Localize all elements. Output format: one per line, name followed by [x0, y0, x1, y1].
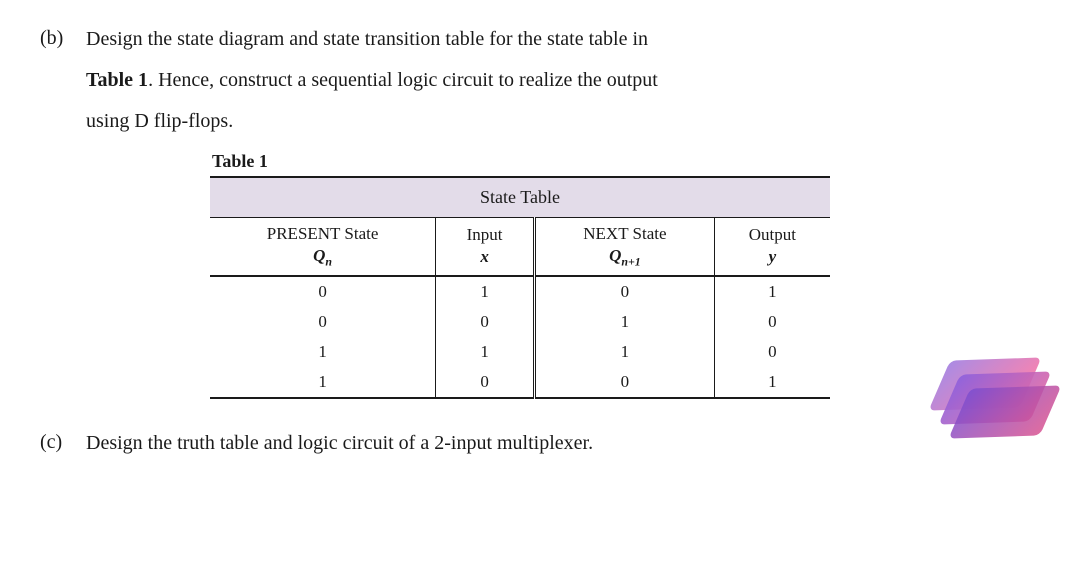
- table-title: Table 1: [212, 151, 1038, 172]
- cell-qn: 1: [210, 337, 436, 367]
- cell-x: 1: [436, 276, 535, 307]
- question-b-line1: (b) Design the state diagram and state t…: [40, 20, 1038, 59]
- table-row: 1 1 1 0: [210, 337, 830, 367]
- cell-qn: 1: [210, 367, 436, 398]
- cell-qn1: 1: [535, 307, 715, 337]
- cell-y: 1: [714, 276, 830, 307]
- col-present-state: PRESENT State Qn: [210, 217, 436, 276]
- col2-sub: x: [446, 247, 523, 267]
- cell-qn: 0: [210, 307, 436, 337]
- table-header-columns: PRESENT State Qn Input x NEXT State Qn+1…: [210, 217, 830, 276]
- table-wrapper: Table 1 State Table PRESENT State Qn Inp…: [210, 151, 1038, 399]
- col-input: Input x: [436, 217, 535, 276]
- question-b-text2-rest: . Hence, construct a sequential logic ci…: [148, 69, 658, 91]
- cell-y: 0: [714, 337, 830, 367]
- col1-sub: Qn: [220, 246, 425, 269]
- question-b-text2: Table 1. Hence, construct a sequential l…: [86, 61, 1038, 100]
- cell-qn1: 0: [535, 276, 715, 307]
- question-b-line3: using D flip-flops.: [40, 102, 1038, 141]
- cell-qn1: 1: [535, 337, 715, 367]
- table-ref: Table 1: [86, 69, 148, 91]
- cell-qn: 0: [210, 276, 436, 307]
- col-next-state: NEXT State Qn+1: [535, 217, 715, 276]
- question-c-label: (c): [40, 424, 86, 460]
- state-table: State Table PRESENT State Qn Input x NEX…: [210, 176, 830, 399]
- col3-sub: Qn+1: [546, 246, 704, 269]
- question-c-text: Design the truth table and logic circuit…: [86, 424, 1038, 463]
- cell-qn1: 0: [535, 367, 715, 398]
- cell-y: 0: [714, 307, 830, 337]
- question-b-text3: using D flip-flops.: [86, 102, 1038, 141]
- col4-sub: y: [725, 247, 820, 267]
- cell-y: 1: [714, 367, 830, 398]
- col4-top: Output: [749, 225, 796, 244]
- col1-top: PRESENT State: [267, 224, 379, 243]
- cell-x: 0: [436, 307, 535, 337]
- question-c-line: (c) Design the truth table and logic cir…: [40, 424, 1038, 463]
- table-body: 0 1 0 1 0 0 1 0 1 1 1 0 1: [210, 276, 830, 398]
- col-output: Output y: [714, 217, 830, 276]
- col3-top: NEXT State: [583, 224, 666, 243]
- question-b-block: (b) Design the state diagram and state t…: [40, 20, 1038, 399]
- table-row: 0 0 1 0: [210, 307, 830, 337]
- question-b-label: (b): [40, 20, 86, 56]
- table-row: 1 0 0 1: [210, 367, 830, 398]
- table-header-top-row: State Table: [210, 177, 830, 217]
- question-b-line2: Table 1. Hence, construct a sequential l…: [40, 61, 1038, 100]
- table-header-top: State Table: [210, 177, 830, 217]
- table-row: 0 1 0 1: [210, 276, 830, 307]
- cell-x: 1: [436, 337, 535, 367]
- question-c-block: (c) Design the truth table and logic cir…: [40, 424, 1038, 463]
- question-b-text1: Design the state diagram and state trans…: [86, 20, 1038, 59]
- col2-top: Input: [467, 225, 503, 244]
- cell-x: 0: [436, 367, 535, 398]
